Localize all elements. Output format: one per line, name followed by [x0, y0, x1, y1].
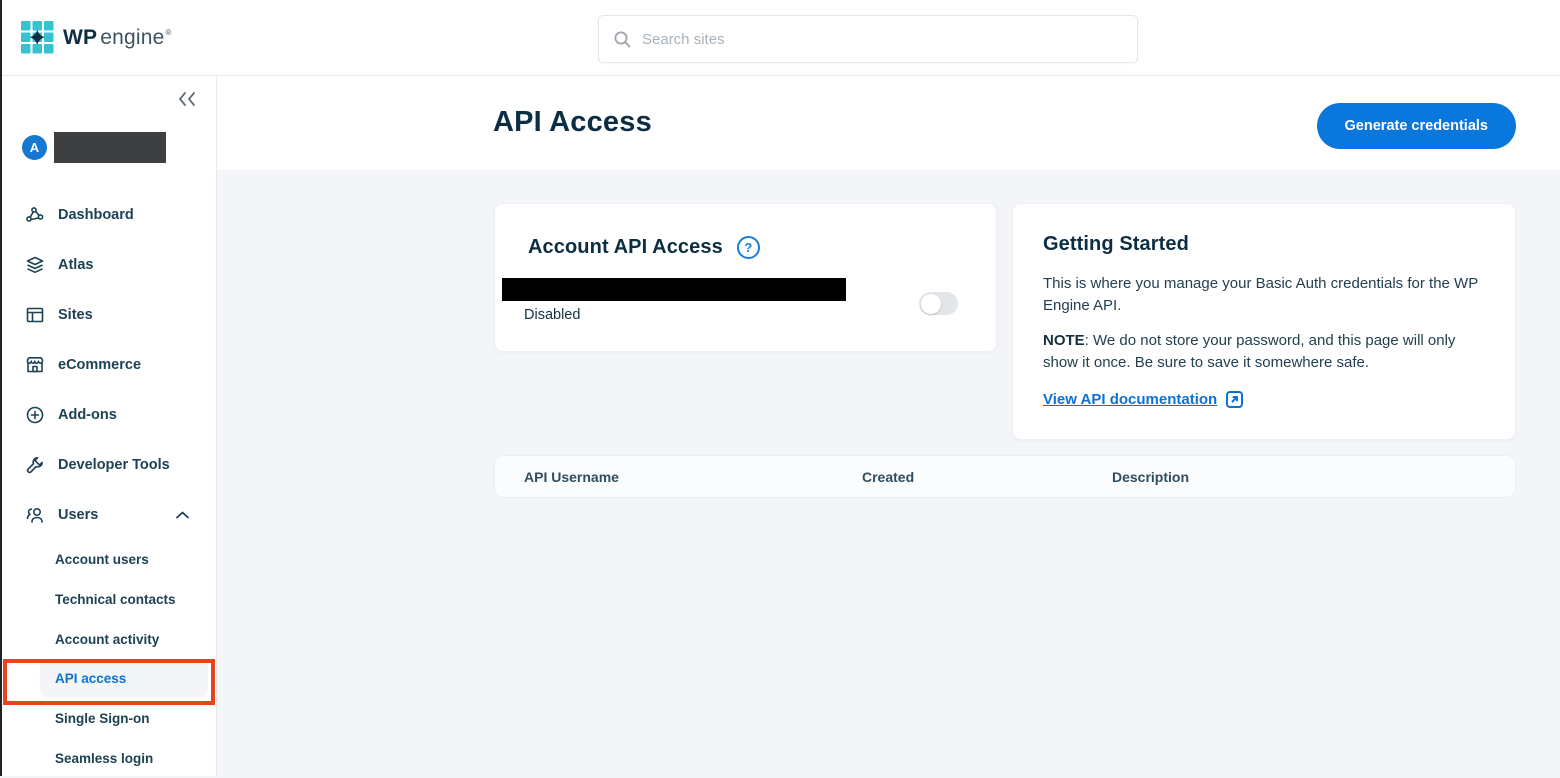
page-title: API Access [493, 106, 652, 139]
api-access-toggle[interactable] [919, 292, 958, 315]
site-search[interactable] [598, 15, 1138, 63]
column-header-description: Description [1112, 469, 1515, 485]
sidebar-item-sites[interactable]: Sites [0, 290, 216, 340]
users-icon [25, 505, 45, 525]
view-api-documentation-link[interactable]: View API documentation [1043, 391, 1217, 408]
subnav-item-technical-contacts[interactable]: Technical contacts [0, 580, 216, 620]
sidebar-item-label: Users [58, 507, 98, 523]
subnav-item-label: Single Sign-on [55, 711, 150, 726]
sidebar-item-label: Developer Tools [58, 457, 170, 473]
subnav-item-label: API access [55, 671, 126, 686]
sidebar-item-atlas[interactable]: Atlas [0, 240, 216, 290]
account-name-redacted-bar [502, 278, 846, 301]
main-header: API Access Generate credentials [217, 76, 1560, 170]
sidebar-item-label: Dashboard [58, 207, 134, 223]
atlas-layers-icon [25, 255, 45, 275]
account-api-access-card: Account API Access ? Disabled [494, 203, 997, 352]
getting-started-title: Getting Started [1043, 233, 1485, 256]
getting-started-paragraph: This is where you manage your Basic Auth… [1043, 273, 1485, 316]
subnav-item-account-users[interactable]: Account users [0, 540, 216, 580]
subnav-item-api-access[interactable]: API access [0, 659, 216, 699]
logo-engine-text: engine [100, 26, 164, 50]
wp-engine-logo-icon [21, 21, 54, 54]
users-subnav: Account users Technical contacts Account… [0, 540, 216, 778]
sidebar-item-label: Add-ons [58, 407, 117, 423]
toggle-knob [921, 294, 941, 314]
subnav-item-seamless-login[interactable]: Seamless login [0, 738, 216, 778]
help-icon[interactable]: ? [737, 236, 760, 259]
sidebar-nav: Dashboard Atlas Sites eCommerce [0, 190, 216, 778]
subnav-item-single-sign-on[interactable]: Single Sign-on [0, 699, 216, 739]
subnav-item-label: Seamless login [55, 751, 153, 766]
subnav-item-label: Account activity [55, 632, 159, 647]
search-icon [613, 30, 632, 49]
subnav-item-label: Technical contacts [55, 592, 176, 607]
logo-wp-text: WP [63, 26, 97, 50]
sites-window-icon [25, 305, 45, 325]
window-left-edge [0, 0, 2, 776]
api-access-status: Disabled [524, 307, 580, 323]
sidebar-item-ecommerce[interactable]: eCommerce [0, 340, 216, 390]
getting-started-note: NOTE: We do not store your password, and… [1043, 330, 1485, 373]
storefront-icon [25, 355, 45, 375]
column-header-api-username: API Username [524, 469, 862, 485]
column-header-created: Created [862, 469, 1112, 485]
sidebar-item-dashboard[interactable]: Dashboard [0, 190, 216, 240]
sidebar: A Dashboard Atlas Sites [0, 76, 217, 776]
account-name-redacted [54, 132, 166, 163]
account-selector[interactable]: A [22, 132, 166, 163]
wp-engine-logo[interactable]: WP engine ® [21, 21, 172, 54]
sidebar-item-label: Sites [58, 307, 93, 323]
note-label: NOTE [1043, 332, 1085, 349]
sidebar-item-developer-tools[interactable]: Developer Tools [0, 440, 216, 490]
credentials-table-header: API Username Created Description [494, 455, 1516, 498]
sidebar-collapse-button[interactable] [176, 89, 198, 114]
subnav-item-label: Account users [55, 552, 149, 567]
sidebar-item-label: eCommerce [58, 357, 141, 373]
chevron-up-icon [175, 510, 190, 520]
plus-circle-icon [25, 405, 45, 425]
sidebar-item-label: Atlas [58, 257, 93, 273]
top-header: WP engine ® [0, 0, 1560, 76]
wrench-icon [25, 455, 45, 475]
note-text: : We do not store your password, and thi… [1043, 332, 1455, 371]
sidebar-item-users[interactable]: Users [0, 490, 216, 540]
chevron-double-left-icon [176, 89, 198, 109]
generate-credentials-button[interactable]: Generate credentials [1317, 103, 1516, 149]
account-api-access-title: Account API Access [528, 236, 723, 259]
getting-started-card: Getting Started This is where you manage… [1012, 203, 1516, 440]
dashboard-icon [25, 205, 45, 225]
logo-registered-mark: ® [166, 28, 172, 37]
wp-engine-logo-text: WP engine ® [63, 26, 172, 50]
subnav-item-account-activity[interactable]: Account activity [0, 619, 216, 659]
external-link-icon [1225, 390, 1244, 409]
search-input[interactable] [642, 31, 1123, 48]
account-avatar: A [22, 135, 47, 160]
sidebar-item-addons[interactable]: Add-ons [0, 390, 216, 440]
